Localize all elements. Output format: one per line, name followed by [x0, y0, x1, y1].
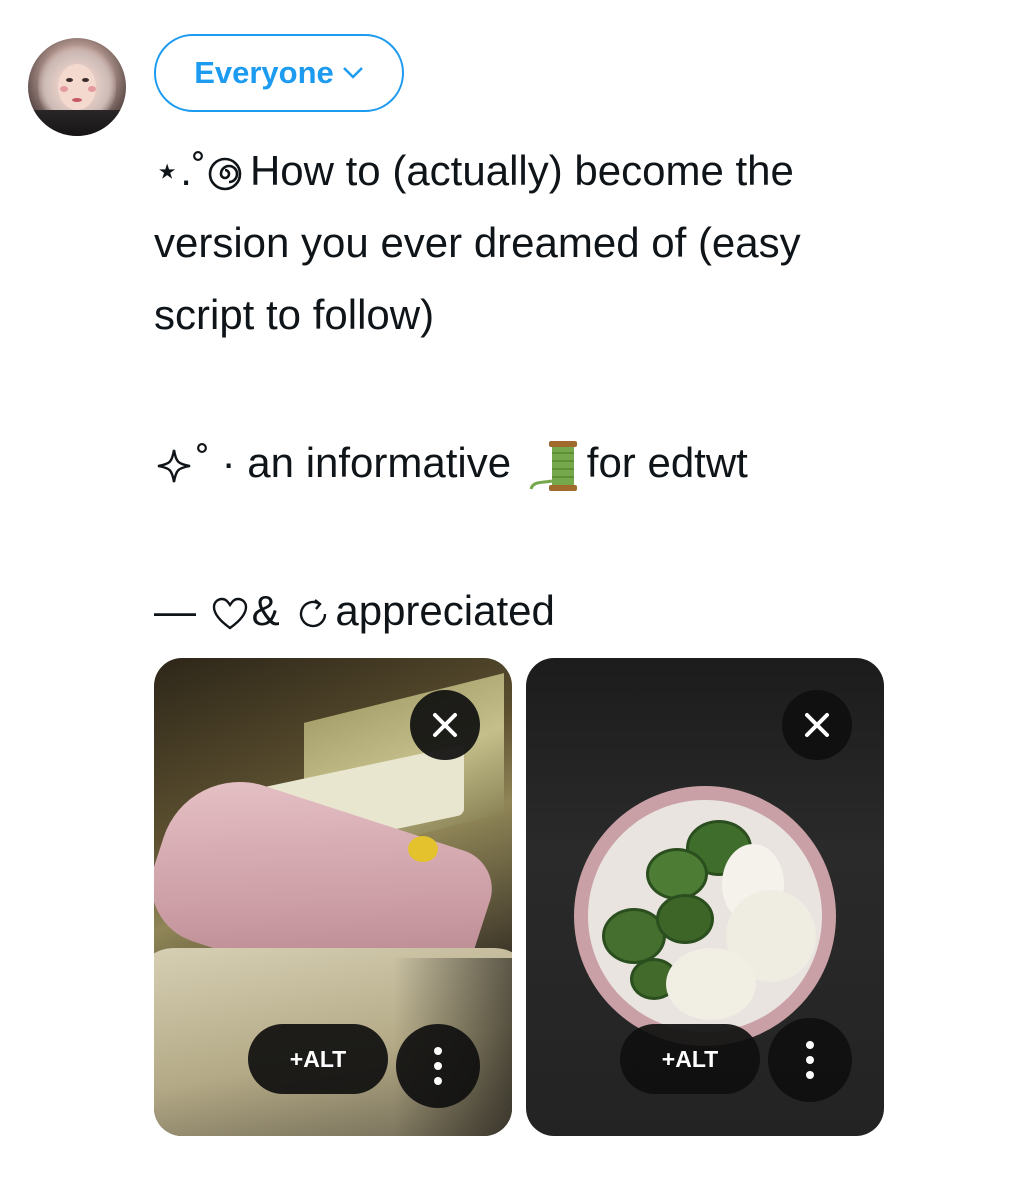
post-text[interactable]: ⋆.˚ How to (actually) become the version…	[154, 135, 954, 647]
informative-prefix: ˚ · an informative	[196, 439, 512, 486]
audience-label: Everyone	[194, 55, 334, 90]
sparkle-prefix: ⋆.˚	[154, 147, 206, 194]
more-vertical-icon	[434, 1047, 442, 1085]
sparkle-icon	[157, 449, 191, 483]
post-line-3: script to follow)	[154, 291, 435, 338]
dash-text: —	[154, 587, 196, 634]
remove-media-2-button[interactable]	[782, 690, 852, 760]
ampersand-text: &	[251, 587, 280, 634]
thread-spool-icon	[529, 440, 577, 491]
add-alt-text-1-button[interactable]: +ALT	[248, 1024, 388, 1094]
add-alt-text-2-button[interactable]: +ALT	[620, 1024, 760, 1094]
remove-media-1-button[interactable]	[410, 690, 480, 760]
media-attachment-2[interactable]: +ALT	[526, 658, 884, 1136]
post-line-2: version you ever dreamed of (easy	[154, 219, 801, 266]
post-line-5: — & appreciated	[154, 575, 954, 647]
post-line-1: ⋆.˚ How to (actually) become the	[154, 135, 954, 207]
repost-icon	[300, 598, 327, 628]
close-icon	[805, 713, 829, 737]
spiral-icon	[208, 157, 242, 191]
informative-suffix: for edtwt	[586, 439, 748, 486]
photo-egg-3	[666, 948, 756, 1020]
post-title-text: How to (actually) become the	[249, 147, 794, 194]
chevron-down-icon	[342, 67, 363, 79]
close-icon	[433, 713, 457, 737]
avatar[interactable]	[28, 38, 126, 136]
more-vertical-icon	[806, 1041, 814, 1079]
photo-lemon	[408, 836, 438, 862]
media-attachment-1[interactable]: +ALT	[154, 658, 512, 1136]
media-1-more-button[interactable]	[396, 1024, 480, 1108]
audience-selector[interactable]: Everyone	[154, 34, 404, 112]
post-line-4: ˚ · an informative for edtwt	[154, 427, 954, 499]
heart-icon	[212, 597, 247, 630]
media-2-more-button[interactable]	[768, 1018, 852, 1102]
appreciated-text: appreciated	[335, 587, 555, 634]
photo-cucumber-4	[656, 894, 714, 944]
photo-cucumber-2	[646, 848, 708, 900]
